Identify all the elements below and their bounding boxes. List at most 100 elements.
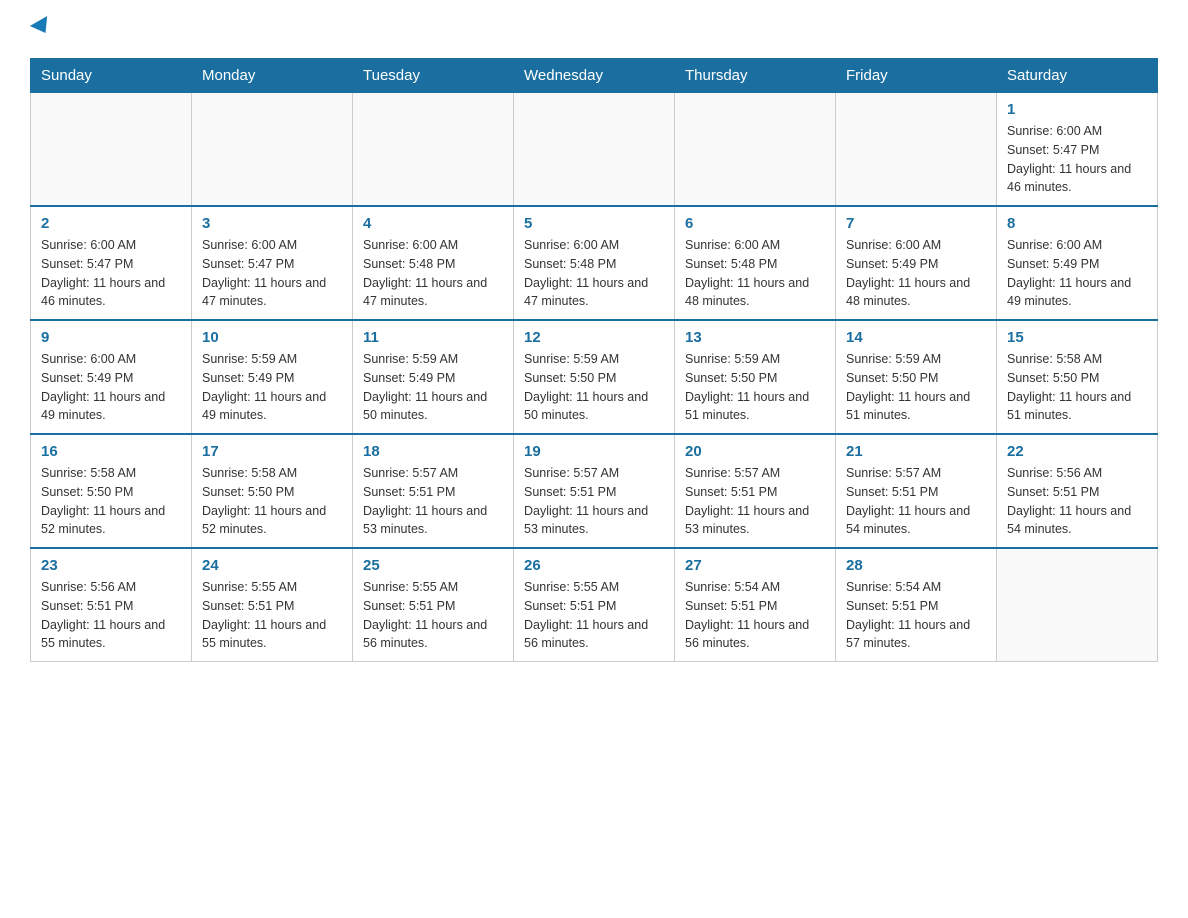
- day-number: 23: [41, 557, 181, 574]
- calendar-cell: 22 Sunrise: 5:56 AMSunset: 5:51 PMDayligh…: [997, 434, 1158, 548]
- day-info: Sunrise: 5:59 AMSunset: 5:50 PMDaylight:…: [846, 350, 986, 425]
- calendar-header-wednesday: Wednesday: [514, 59, 675, 93]
- calendar-cell: 1 Sunrise: 6:00 AMSunset: 5:47 PMDaylight…: [997, 93, 1158, 207]
- calendar-cell: 19Sunrise: 5:57 AMSunset: 5:51 PMDayligh…: [514, 434, 675, 548]
- week-row: 1 Sunrise: 6:00 AMSunset: 5:47 PMDaylight…: [31, 93, 1158, 207]
- day-info: Sunrise: 6:00 AMSunset: 5:48 PMDaylight:…: [685, 236, 825, 311]
- week-row: 16 Sunrise: 5:58 AMSunset: 5:50 PMDayligh…: [31, 434, 1158, 548]
- day-info: Sunrise: 5:58 AMSunset: 5:50 PMDaylight:…: [202, 464, 342, 539]
- day-info: Sunrise: 5:57 AMSunset: 5:51 PMDaylight:…: [685, 464, 825, 539]
- calendar-cell: 16 Sunrise: 5:58 AMSunset: 5:50 PMDayligh…: [31, 434, 192, 548]
- week-row: 2 Sunrise: 6:00 AMSunset: 5:47 PMDaylight…: [31, 206, 1158, 320]
- day-number: 20: [685, 443, 825, 460]
- day-number: 10: [202, 329, 342, 346]
- calendar-cell: 7 Sunrise: 6:00 AMSunset: 5:49 PMDaylight…: [836, 206, 997, 320]
- day-number: 14: [846, 329, 986, 346]
- day-info: Sunrise: 6:00 AMSunset: 5:48 PMDaylight:…: [363, 236, 503, 311]
- day-info: Sunrise: 5:57 AMSunset: 5:51 PMDaylight:…: [363, 464, 503, 539]
- day-number: 28: [846, 557, 986, 574]
- calendar-cell: 13 Sunrise: 5:59 AMSunset: 5:50 PMDayligh…: [675, 320, 836, 434]
- day-info: Sunrise: 5:55 AMSunset: 5:51 PMDaylight:…: [524, 578, 664, 653]
- calendar-cell: [514, 93, 675, 207]
- day-number: 15: [1007, 329, 1147, 346]
- calendar-cell: 17 Sunrise: 5:58 AMSunset: 5:50 PMDayligh…: [192, 434, 353, 548]
- calendar-cell: 4Sunrise: 6:00 AMSunset: 5:48 PMDaylight…: [353, 206, 514, 320]
- calendar-cell: 9 Sunrise: 6:00 AMSunset: 5:49 PMDaylight…: [31, 320, 192, 434]
- calendar-header-row: SundayMondayTuesdayWednesdayThursdayFrid…: [31, 59, 1158, 93]
- day-info: Sunrise: 5:55 AMSunset: 5:51 PMDaylight:…: [363, 578, 503, 653]
- day-number: 24: [202, 557, 342, 574]
- day-number: 16: [41, 443, 181, 460]
- day-info: Sunrise: 6:00 AMSunset: 5:49 PMDaylight:…: [41, 350, 181, 425]
- day-info: Sunrise: 6:00 AMSunset: 5:49 PMDaylight:…: [846, 236, 986, 311]
- day-info: Sunrise: 6:00 AMSunset: 5:49 PMDaylight:…: [1007, 236, 1147, 311]
- day-number: 17: [202, 443, 342, 460]
- calendar-cell: 3Sunrise: 6:00 AMSunset: 5:47 PMDaylight…: [192, 206, 353, 320]
- day-number: 22: [1007, 443, 1147, 460]
- day-info: Sunrise: 5:55 AMSunset: 5:51 PMDaylight:…: [202, 578, 342, 653]
- calendar-table: SundayMondayTuesdayWednesdayThursdayFrid…: [30, 58, 1158, 662]
- day-info: Sunrise: 5:56 AMSunset: 5:51 PMDaylight:…: [41, 578, 181, 653]
- day-info: Sunrise: 6:00 AMSunset: 5:47 PMDaylight:…: [41, 236, 181, 311]
- day-number: 19: [524, 443, 664, 460]
- calendar-cell: 18 Sunrise: 5:57 AMSunset: 5:51 PMDayligh…: [353, 434, 514, 548]
- calendar-cell: 24 Sunrise: 5:55 AMSunset: 5:51 PMDayligh…: [192, 548, 353, 662]
- calendar-cell: [997, 548, 1158, 662]
- day-info: Sunrise: 5:58 AMSunset: 5:50 PMDaylight:…: [1007, 350, 1147, 425]
- day-info: Sunrise: 5:54 AMSunset: 5:51 PMDaylight:…: [685, 578, 825, 653]
- day-number: 1: [1007, 101, 1147, 118]
- day-number: 12: [524, 329, 664, 346]
- day-number: 9: [41, 329, 181, 346]
- calendar-cell: [353, 93, 514, 207]
- calendar-cell: [192, 93, 353, 207]
- day-number: 27: [685, 557, 825, 574]
- day-number: 2: [41, 215, 181, 232]
- calendar-cell: 28 Sunrise: 5:54 AMSunset: 5:51 PMDayligh…: [836, 548, 997, 662]
- day-number: 7: [846, 215, 986, 232]
- calendar-cell: 6 Sunrise: 6:00 AMSunset: 5:48 PMDaylight…: [675, 206, 836, 320]
- calendar-cell: [675, 93, 836, 207]
- day-info: Sunrise: 5:59 AMSunset: 5:50 PMDaylight:…: [685, 350, 825, 425]
- day-info: Sunrise: 5:54 AMSunset: 5:51 PMDaylight:…: [846, 578, 986, 653]
- calendar-header-sunday: Sunday: [31, 59, 192, 93]
- calendar-cell: 10 Sunrise: 5:59 AMSunset: 5:49 PMDayligh…: [192, 320, 353, 434]
- day-number: 18: [363, 443, 503, 460]
- calendar-cell: 2 Sunrise: 6:00 AMSunset: 5:47 PMDaylight…: [31, 206, 192, 320]
- calendar-cell: 15 Sunrise: 5:58 AMSunset: 5:50 PMDayligh…: [997, 320, 1158, 434]
- logo-arrow-icon: [30, 16, 54, 38]
- day-info: Sunrise: 6:00 AMSunset: 5:48 PMDaylight:…: [524, 236, 664, 311]
- calendar-cell: [836, 93, 997, 207]
- day-number: 11: [363, 329, 503, 346]
- calendar-cell: 25 Sunrise: 5:55 AMSunset: 5:51 PMDayligh…: [353, 548, 514, 662]
- day-number: 13: [685, 329, 825, 346]
- calendar-cell: 14 Sunrise: 5:59 AMSunset: 5:50 PMDayligh…: [836, 320, 997, 434]
- day-number: 8: [1007, 215, 1147, 232]
- day-number: 26: [524, 557, 664, 574]
- day-number: 3: [202, 215, 342, 232]
- day-info: Sunrise: 5:56 AMSunset: 5:51 PMDaylight:…: [1007, 464, 1147, 539]
- week-row: 9 Sunrise: 6:00 AMSunset: 5:49 PMDaylight…: [31, 320, 1158, 434]
- calendar-cell: 20 Sunrise: 5:57 AMSunset: 5:51 PMDayligh…: [675, 434, 836, 548]
- calendar-cell: 26 Sunrise: 5:55 AMSunset: 5:51 PMDayligh…: [514, 548, 675, 662]
- calendar-cell: 12 Sunrise: 5:59 AMSunset: 5:50 PMDayligh…: [514, 320, 675, 434]
- calendar-header-saturday: Saturday: [997, 59, 1158, 93]
- calendar-cell: 11Sunrise: 5:59 AMSunset: 5:49 PMDayligh…: [353, 320, 514, 434]
- day-info: Sunrise: 5:58 AMSunset: 5:50 PMDaylight:…: [41, 464, 181, 539]
- day-number: 5: [524, 215, 664, 232]
- day-info: Sunrise: 5:57 AMSunset: 5:51 PMDaylight:…: [846, 464, 986, 539]
- day-info: Sunrise: 6:00 AMSunset: 5:47 PMDaylight:…: [1007, 122, 1147, 197]
- day-info: Sunrise: 5:59 AMSunset: 5:49 PMDaylight:…: [202, 350, 342, 425]
- calendar-cell: 8 Sunrise: 6:00 AMSunset: 5:49 PMDaylight…: [997, 206, 1158, 320]
- calendar-cell: 21 Sunrise: 5:57 AMSunset: 5:51 PMDayligh…: [836, 434, 997, 548]
- calendar-header-tuesday: Tuesday: [353, 59, 514, 93]
- day-number: 21: [846, 443, 986, 460]
- day-number: 6: [685, 215, 825, 232]
- calendar-header-friday: Friday: [836, 59, 997, 93]
- day-info: Sunrise: 5:59 AMSunset: 5:50 PMDaylight:…: [524, 350, 664, 425]
- day-number: 25: [363, 557, 503, 574]
- logo: [30, 20, 52, 38]
- calendar-header-monday: Monday: [192, 59, 353, 93]
- page-header: [30, 20, 1158, 38]
- calendar-header-thursday: Thursday: [675, 59, 836, 93]
- calendar-cell: 5 Sunrise: 6:00 AMSunset: 5:48 PMDaylight…: [514, 206, 675, 320]
